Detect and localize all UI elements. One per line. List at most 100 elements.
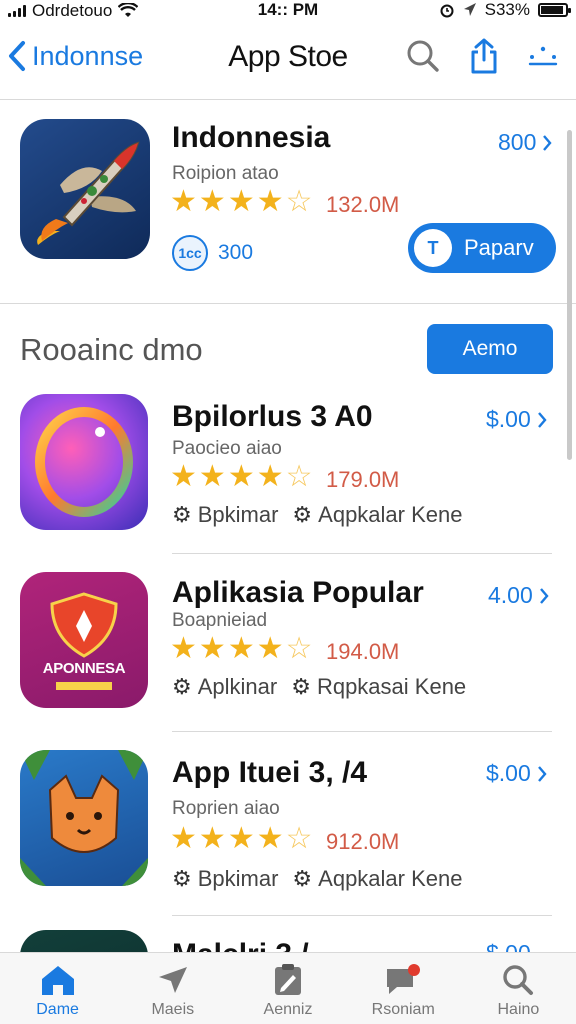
meta-category: Aplkinar: [197, 674, 278, 699]
nav-actions: [406, 38, 558, 74]
circle-app-icon[interactable]: [20, 394, 148, 530]
category-icon: ⚙: [172, 502, 192, 527]
list-item[interactable]: Bpilorlus 3 A0 Paocieo aiao ★ ★ ★ ★ ☆ 17…: [0, 384, 576, 554]
star-icon: ★: [227, 822, 255, 855]
half-star-icon: ☆: [285, 632, 313, 665]
tab-label: Rsoniam: [371, 1001, 435, 1018]
nav-bar: Indonnse App Stoe: [0, 22, 576, 100]
search-icon[interactable]: [406, 39, 440, 73]
app-meta: ⚙ Bpkimar ⚙ Aqpkalar Kene: [172, 502, 462, 528]
star-icon: ★: [198, 460, 226, 493]
star-icon: ★: [227, 185, 255, 218]
star-rating: ★ ★ ★ ★ ☆: [170, 462, 313, 492]
chat-bubble-icon: [387, 964, 421, 994]
half-star-icon: ☆: [285, 185, 313, 218]
star-icon: ★: [170, 822, 197, 855]
home-icon: [41, 966, 74, 995]
clipboard-edit-icon: [275, 964, 301, 995]
star-icon: ★: [256, 460, 284, 493]
section-see-all-button[interactable]: Aemo: [427, 324, 553, 374]
star-rating: ★ ★ ★ ★ ☆: [170, 634, 313, 664]
star-icon: ★: [170, 460, 197, 493]
featured-app[interactable]: Indonnesia Roipion atao ★ ★ ★ ★ ☆ 132.0M…: [0, 101, 576, 304]
featured-star-rating: ★ ★ ★ ★ ☆: [170, 187, 313, 217]
search-icon: [503, 965, 534, 995]
developer-icon: ⚙: [291, 674, 311, 699]
section-header: Rooainc dmo Aemo: [0, 320, 576, 380]
rocket-app-icon[interactable]: [20, 119, 150, 259]
app-subtitle: Paocieo aiao: [172, 438, 282, 459]
featured-get-button[interactable]: T Paparv: [408, 223, 556, 273]
price-button[interactable]: $.00: [486, 760, 547, 787]
price: $.00: [486, 406, 531, 432]
tab-bar: Dame Maeis Aenniz Rsoniam Haino: [0, 952, 576, 1024]
featured-app-name: Indonnesia: [172, 121, 331, 154]
star-icon: ★: [256, 632, 284, 665]
divider: [172, 915, 552, 916]
tab-home[interactable]: Dame: [0, 953, 115, 1024]
star-icon: ★: [198, 822, 226, 855]
back-label: Indonnse: [32, 40, 144, 71]
featured-price-button[interactable]: 800: [498, 129, 552, 156]
app-name: Aplikasia Popular: [172, 576, 424, 609]
rocket-icon: [37, 141, 140, 245]
share-icon[interactable]: [470, 38, 498, 74]
list-item[interactable]: App Ituei 3, /4 Roprien aiao ★ ★ ★ ★ ☆ 9…: [0, 740, 576, 916]
app-name: Bpilorlus 3 A0: [172, 400, 373, 433]
tab-messages[interactable]: Rsoniam: [346, 953, 461, 1024]
app-badge-icon: T: [414, 229, 452, 267]
get-button-label: Paparv: [464, 235, 534, 260]
tab-edit[interactable]: Aenniz: [230, 953, 345, 1024]
developer-icon: ⚙: [292, 502, 313, 527]
tab-maps[interactable]: Maeis: [115, 953, 230, 1024]
shield-app-icon[interactable]: APONNESA: [20, 572, 148, 708]
star-icon: ★: [227, 460, 255, 493]
price: 4.00: [488, 582, 533, 608]
app-icon[interactable]: [20, 930, 148, 952]
app-name: App Ituei 3, /4: [172, 756, 368, 789]
star-icon: ★: [198, 632, 226, 665]
divider: [172, 553, 552, 554]
star-icon: ★: [198, 185, 226, 218]
chevron-right-icon: [537, 411, 547, 428]
app-name: Malclri 3 /: [172, 938, 309, 952]
featured-app-subtitle: Roipion atao: [172, 163, 279, 184]
battery-icon: [538, 3, 571, 17]
price-button[interactable]: 4.00: [488, 582, 549, 609]
badge-value: 300: [218, 241, 254, 264]
meta-developer: Aqpkalar Kene: [318, 502, 463, 527]
alarm-icon: [440, 4, 454, 18]
meta-developer: Rqpkasai Kene: [316, 674, 467, 699]
tab-label: Dame: [36, 1001, 79, 1018]
price-button[interactable]: $.00: [486, 406, 547, 433]
half-star-icon: ☆: [285, 822, 313, 855]
price-button[interactable]: $.00: [486, 940, 531, 952]
chevron-right-icon: [539, 587, 549, 604]
scrollbar[interactable]: [567, 130, 572, 460]
more-icon[interactable]: [528, 44, 558, 68]
navigation-arrow-icon: [158, 967, 187, 993]
category-icon: ⚙: [172, 674, 192, 699]
tab-label: Haino: [497, 1001, 540, 1018]
badge-circle: 1cc: [172, 235, 208, 271]
list-item[interactable]: APONNESA Aplikasia Popular Boapnieiad ★ …: [0, 562, 576, 732]
star-icon: ★: [227, 632, 255, 665]
tab-search[interactable]: Haino: [461, 953, 576, 1024]
meta-category: Bpkimar: [197, 866, 279, 891]
star-icon: ★: [256, 822, 284, 855]
featured-rating-count: 132.0M: [326, 192, 400, 217]
location-icon: [463, 3, 476, 16]
app-meta: ⚙ Aplkinar ⚙ Rqpkasai Kene: [172, 674, 466, 700]
back-button[interactable]: Indonnse: [8, 40, 143, 72]
star-icon: ★: [170, 185, 197, 218]
fox-app-icon[interactable]: [20, 750, 148, 886]
status-bar: Odrdetouo 14:: PM S33%: [0, 0, 576, 22]
divider: [172, 731, 552, 732]
shield-icon: [50, 592, 118, 690]
half-star-icon: ☆: [285, 460, 313, 493]
developer-icon: ⚙: [292, 866, 313, 891]
list-item[interactable]: Malclri 3 / $.00: [0, 928, 576, 952]
featured-badge: 1cc 300: [172, 235, 253, 271]
chevron-right-icon: [543, 134, 552, 151]
chevron-left-icon: [9, 41, 25, 71]
